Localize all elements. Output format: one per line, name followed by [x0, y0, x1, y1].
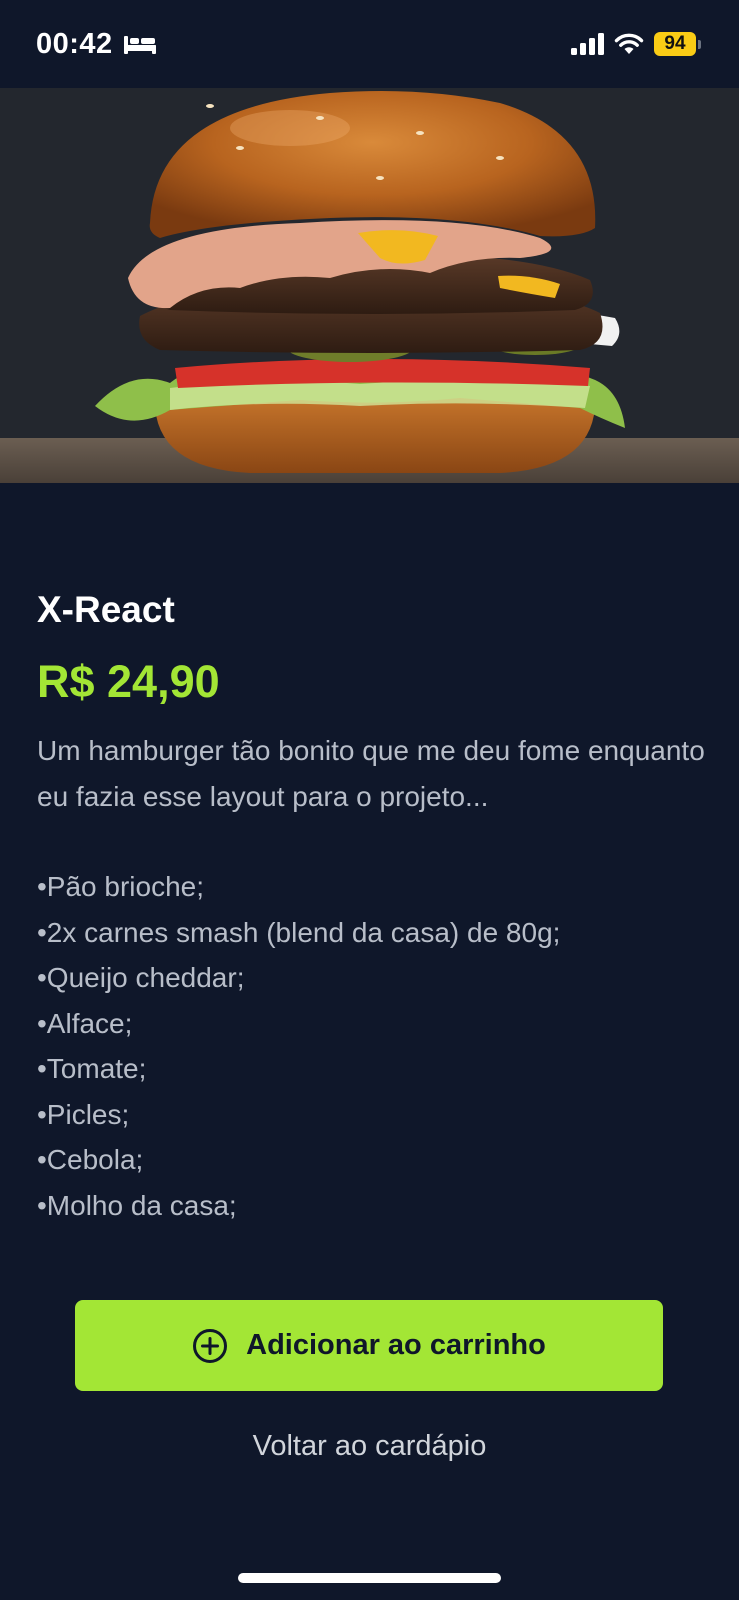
status-bar: 00:42 94	[0, 0, 739, 88]
ingredient-item: •Tomate;	[37, 1053, 147, 1084]
burger-photo	[0, 88, 739, 483]
signal-icon	[571, 33, 604, 55]
ingredient-item: •Picles;	[37, 1098, 130, 1130]
ingredient-item: •Alface;	[37, 1007, 133, 1039]
status-time: 00:42	[36, 27, 113, 60]
ingredients-list: •Pão brioche; •2x carnes smash (blend da…	[37, 864, 707, 1228]
product-description: Um hamburger tão bonito que me deu fome …	[37, 735, 705, 812]
home-indicator	[238, 1573, 501, 1583]
plus-circle-icon	[193, 1328, 228, 1363]
battery-tip	[698, 39, 701, 49]
status-right: 94	[570, 32, 701, 56]
ingredient-item: •Cebola;	[37, 1144, 144, 1175]
battery-level: 94	[654, 32, 696, 56]
product-price: R$ 24,90	[37, 656, 220, 707]
ingredient-item: •Pão brioche;	[37, 871, 205, 902]
product-name: X-React	[37, 589, 175, 630]
back-to-menu-link[interactable]: Voltar ao cardápio	[0, 1430, 739, 1463]
bed-icon	[123, 36, 156, 54]
ingredient-item: •2x carnes smash (blend da casa) de 80g;	[37, 916, 561, 948]
wifi-icon	[614, 33, 644, 54]
ingredient-item: •Molho da casa;	[37, 1189, 237, 1221]
add-to-cart-label: Adicionar ao carrinho	[246, 1329, 546, 1361]
ingredient-item: •Queijo cheddar;	[37, 962, 245, 993]
battery-icon: 94	[654, 32, 701, 56]
product-details: X-React R$ 24,90 Um hamburger tão bonito…	[37, 580, 707, 1228]
add-to-cart-button[interactable]: Adicionar ao carrinho	[75, 1300, 663, 1391]
product-image	[0, 88, 739, 483]
status-left: 00:42	[36, 28, 157, 61]
